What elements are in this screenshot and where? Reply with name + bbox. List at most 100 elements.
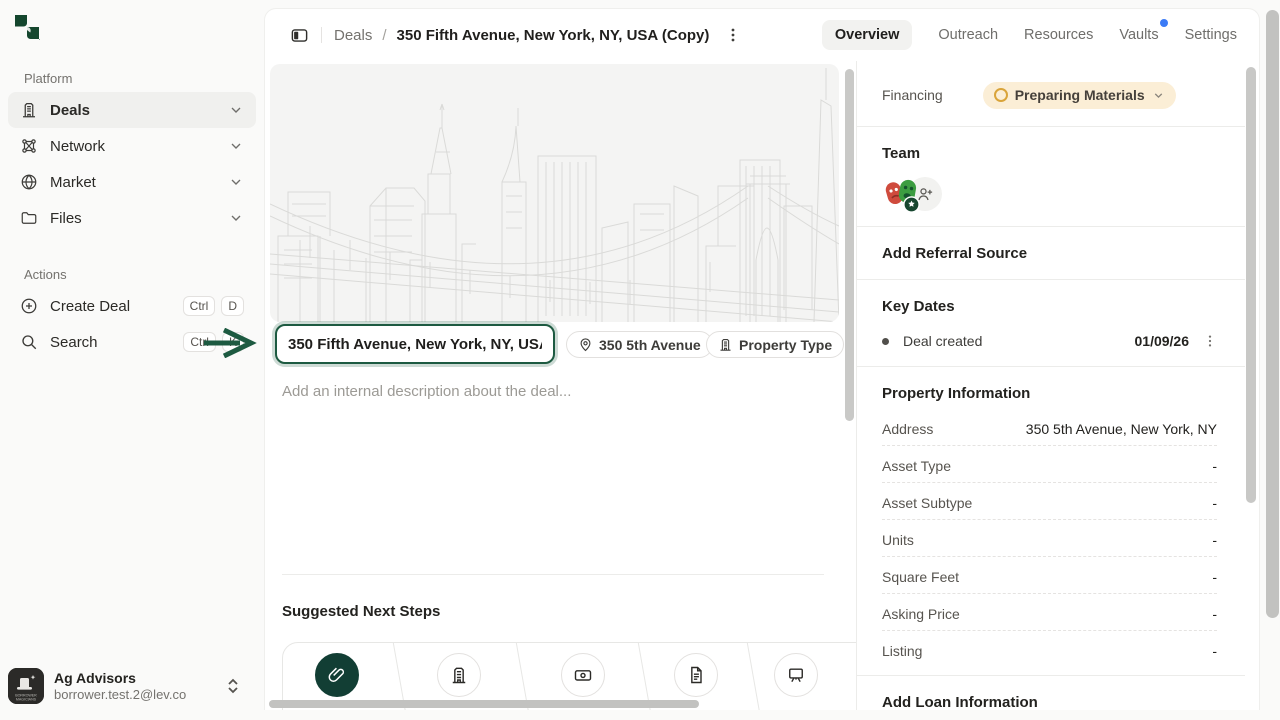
property-row-address: Address 350 5th Avenue, New York, NY xyxy=(882,419,1217,439)
paperclip-icon xyxy=(327,665,347,685)
chevron-down-icon xyxy=(1152,89,1165,102)
kebab-icon[interactable] xyxy=(1203,334,1217,348)
property-row-asking-price: Asking Price - xyxy=(882,604,1217,624)
panel-divider xyxy=(857,226,1245,227)
tab-vaults[interactable]: Vaults xyxy=(1119,20,1158,50)
kbd-k: K xyxy=(222,332,244,352)
property-information-title: Property Information xyxy=(882,385,1217,402)
step-presentation[interactable] xyxy=(774,653,818,697)
panel-divider xyxy=(857,126,1245,127)
header-divider xyxy=(321,27,322,43)
window-scrollbar-thumb[interactable] xyxy=(1266,10,1279,618)
skyline-banner xyxy=(270,64,839,322)
team-title: Team xyxy=(882,145,1217,162)
panel-divider xyxy=(857,675,1245,676)
status-ring-icon xyxy=(994,88,1008,102)
breadcrumb-separator: / xyxy=(382,27,386,44)
property-row-listing: Listing - xyxy=(882,641,1217,661)
user-email: borrower.test.2@lev.co xyxy=(54,687,226,702)
property-row-asset-type: Asset Type - xyxy=(882,456,1217,476)
dashed-divider xyxy=(882,482,1217,483)
dashed-divider xyxy=(882,519,1217,520)
banknote-icon xyxy=(573,665,593,685)
column-scrollbar-thumb[interactable] xyxy=(845,69,854,421)
sidebar-item-network[interactable]: Network xyxy=(8,128,256,164)
add-loan-information-button[interactable]: Add Loan Information xyxy=(882,694,1217,710)
sidebar-item-deals[interactable]: Deals xyxy=(8,92,256,128)
sidebar-item-label: Files xyxy=(50,210,228,227)
building-icon xyxy=(718,337,733,352)
chevron-down-icon xyxy=(228,210,244,226)
sidebar-item-label: Network xyxy=(50,138,228,155)
deal-description-input[interactable] xyxy=(282,379,822,403)
search-icon xyxy=(20,333,38,351)
key-date-row: Deal created 01/09/26 xyxy=(882,331,1217,351)
deal-name-input[interactable] xyxy=(275,324,555,364)
step-divider xyxy=(746,642,761,710)
search-button[interactable]: Search Ctrl K xyxy=(8,324,256,360)
actions-section-label: Actions xyxy=(24,267,67,282)
building-icon xyxy=(20,101,38,119)
platform-section-label: Platform xyxy=(24,71,72,86)
step-loan-request[interactable] xyxy=(561,653,605,697)
notification-dot xyxy=(1160,19,1168,27)
horizontal-scrollbar-thumb[interactable] xyxy=(269,700,699,708)
breadcrumb-deals[interactable]: Deals xyxy=(334,27,372,44)
dashed-divider xyxy=(882,593,1217,594)
sidebar-item-market[interactable]: Market xyxy=(8,164,256,200)
sidebar-item-files[interactable]: Files xyxy=(8,200,256,236)
panel-scrollbar-thumb[interactable] xyxy=(1246,67,1256,503)
toggle-sidebar-button[interactable] xyxy=(287,23,311,47)
deal-details-panel: Financing Preparing Materials Team xyxy=(857,61,1259,710)
step-attach-materials[interactable] xyxy=(315,653,359,697)
financing-status-dropdown[interactable]: Preparing Materials xyxy=(983,82,1176,109)
next-steps-title: Suggested Next Steps xyxy=(282,603,440,620)
globe-icon xyxy=(20,173,38,191)
action-label: Search xyxy=(50,334,177,351)
kebab-icon xyxy=(725,27,741,43)
address-tag[interactable]: 350 5th Avenue xyxy=(566,331,713,358)
network-icon xyxy=(20,137,38,155)
step-property-details[interactable] xyxy=(437,653,481,697)
panel-divider xyxy=(857,366,1245,367)
create-deal-button[interactable]: Create Deal Ctrl D xyxy=(8,288,256,324)
kbd-ctrl: Ctrl xyxy=(183,332,216,352)
panel-divider xyxy=(857,279,1245,280)
key-dates-title: Key Dates xyxy=(882,298,1217,315)
sidebar-item-label: Market xyxy=(50,174,228,191)
property-type-tag[interactable]: Property Type xyxy=(706,331,844,358)
deal-overview-column: 350 5th Avenue Property Type Suggested N… xyxy=(265,61,857,710)
chevron-down-icon xyxy=(228,138,244,154)
dashed-divider xyxy=(882,630,1217,631)
main-card: Deals / 350 Fifth Avenue, New York, NY, … xyxy=(264,8,1260,710)
tag-label: Property Type xyxy=(739,337,832,353)
team-avatars xyxy=(882,175,962,215)
presentation-icon xyxy=(786,665,806,685)
sidebar-item-label: Deals xyxy=(50,102,228,119)
key-date-value[interactable]: 01/09/26 xyxy=(1135,333,1190,349)
property-row-asset-subtype: Asset Subtype - xyxy=(882,493,1217,513)
dashed-divider xyxy=(882,556,1217,557)
section-divider xyxy=(282,574,824,575)
tab-settings[interactable]: Settings xyxy=(1185,20,1237,50)
kbd-ctrl: Ctrl xyxy=(183,296,216,316)
step-documents[interactable] xyxy=(674,653,718,697)
property-row-square-feet: Square Feet - xyxy=(882,567,1217,587)
deal-menu-button[interactable] xyxy=(721,23,745,47)
add-referral-source-button[interactable]: Add Referral Source xyxy=(882,245,1217,262)
breadcrumb-title: 350 Fifth Avenue, New York, NY, USA (Cop… xyxy=(397,27,710,44)
status-label: Preparing Materials xyxy=(1015,87,1145,103)
key-date-label: Deal created xyxy=(903,333,982,349)
milestone-dot xyxy=(882,338,889,345)
owner-badge-icon xyxy=(903,196,920,213)
document-icon xyxy=(686,665,706,685)
workspace-switcher[interactable]: BORROWER MAGICIANS Ag Advisors borrower.… xyxy=(8,664,256,708)
select-updown-icon xyxy=(226,678,240,694)
tab-outreach[interactable]: Outreach xyxy=(938,20,998,50)
page-header: Deals / 350 Fifth Avenue, New York, NY, … xyxy=(265,9,1259,61)
user-name: Ag Advisors xyxy=(54,670,226,686)
folder-icon xyxy=(20,209,38,227)
tab-resources[interactable]: Resources xyxy=(1024,20,1093,50)
tab-overview[interactable]: Overview xyxy=(822,20,913,50)
tag-label: 350 5th Avenue xyxy=(599,337,701,353)
